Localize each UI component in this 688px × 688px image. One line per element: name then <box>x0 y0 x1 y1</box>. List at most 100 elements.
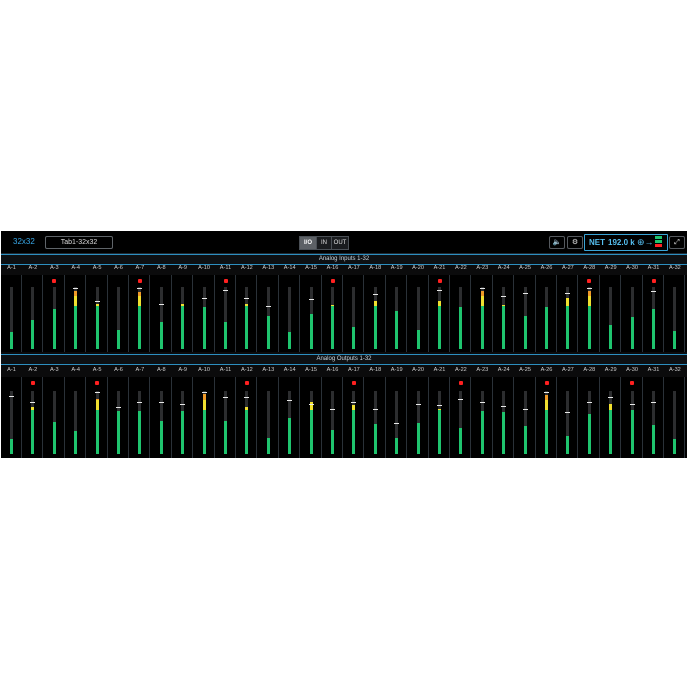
inputs-channel-17[interactable] <box>343 275 365 352</box>
inputs-clip-indicator[interactable] <box>223 279 228 283</box>
inputs-channel-25[interactable] <box>515 275 536 352</box>
inputs-channel-27[interactable] <box>557 275 579 352</box>
inputs-channel-6[interactable] <box>108 275 129 352</box>
tab-selector[interactable]: Tab1-32x32 <box>45 236 113 249</box>
expand-button[interactable]: ⤢ <box>669 236 685 249</box>
outputs-clip-indicator[interactable] <box>95 381 100 385</box>
inputs-channel-2[interactable] <box>22 275 44 352</box>
inputs-channel-31[interactable] <box>643 275 664 352</box>
network-status[interactable]: NET 192.0 k ⊕→ <box>584 234 668 251</box>
output-label-8: A-8 <box>156 367 166 373</box>
inputs-channel-4[interactable] <box>65 275 87 352</box>
outputs-channel-21[interactable] <box>429 377 450 458</box>
outputs-channel-12[interactable] <box>236 377 258 458</box>
outputs-channel-8[interactable] <box>151 377 172 458</box>
inputs-channel-13[interactable] <box>258 275 279 352</box>
outputs-channel-30[interactable] <box>622 377 643 458</box>
outputs-channel-5[interactable] <box>87 377 108 458</box>
inputs-peak-hold <box>265 305 271 307</box>
input-label-32: A-32 <box>668 265 681 271</box>
outputs-channel-11[interactable] <box>215 377 236 458</box>
outputs-channel-16[interactable] <box>322 377 343 458</box>
outputs-peak-hold <box>308 404 314 406</box>
outputs-channel-26[interactable] <box>536 377 557 458</box>
inputs-channel-14[interactable] <box>279 275 301 352</box>
outputs-clip-indicator[interactable] <box>630 381 635 385</box>
inputs-channel-18[interactable] <box>365 275 386 352</box>
inputs-peak-hold <box>501 296 507 298</box>
outputs-channel-22[interactable] <box>450 377 472 458</box>
outputs-channel-6[interactable] <box>108 377 129 458</box>
settings-button[interactable]: ⚙ <box>567 236 583 249</box>
outputs-channel-13[interactable] <box>258 377 279 458</box>
output-label-12: A-12 <box>240 367 253 373</box>
inputs-channel-29[interactable] <box>600 275 622 352</box>
out-view-button[interactable]: OUT <box>331 236 349 250</box>
outputs-channel-23[interactable] <box>472 377 493 458</box>
outputs-channel-3[interactable] <box>44 377 65 458</box>
in-view-button[interactable]: IN <box>316 236 332 250</box>
outputs-channel-19[interactable] <box>386 377 408 458</box>
inputs-channel-19[interactable] <box>386 275 408 352</box>
inputs-channel-24[interactable] <box>493 275 515 352</box>
inputs-channel-28[interactable] <box>579 275 600 352</box>
inputs-channel-16[interactable] <box>322 275 343 352</box>
speaker-icon: 🔈 <box>552 239 562 246</box>
outputs-channel-4[interactable] <box>65 377 87 458</box>
inputs-clip-indicator[interactable] <box>437 279 442 283</box>
io-view-button[interactable]: I/O <box>299 236 317 250</box>
inputs-channel-1[interactable] <box>1 275 22 352</box>
outputs-channel-20[interactable] <box>408 377 429 458</box>
inputs-channel-22[interactable] <box>450 275 472 352</box>
outputs-clip-indicator[interactable] <box>544 381 549 385</box>
outputs-peak-hold <box>351 402 357 404</box>
outputs-clip-indicator[interactable] <box>244 381 249 385</box>
inputs-clip-indicator[interactable] <box>651 279 656 283</box>
speaker-button[interactable]: 🔈 <box>549 236 565 249</box>
inputs-channel-7[interactable] <box>129 275 151 352</box>
inputs-channel-11[interactable] <box>215 275 236 352</box>
inputs-channel-30[interactable] <box>622 275 643 352</box>
outputs-channel-14[interactable] <box>279 377 301 458</box>
outputs-channel-25[interactable] <box>515 377 536 458</box>
outputs-channel-15[interactable] <box>301 377 322 458</box>
output-label-9: A-9 <box>178 367 188 373</box>
inputs-channel-26[interactable] <box>536 275 557 352</box>
inputs-clip-indicator[interactable] <box>330 279 335 283</box>
outputs-channel-18[interactable] <box>365 377 386 458</box>
outputs-clip-indicator[interactable] <box>458 381 463 385</box>
inputs-channel-12[interactable] <box>236 275 258 352</box>
outputs-channel-31[interactable] <box>643 377 664 458</box>
outputs-channel-29[interactable] <box>600 377 622 458</box>
inputs-channel-23[interactable] <box>472 275 493 352</box>
inputs-clip-indicator[interactable] <box>137 279 142 283</box>
input-label-1: A-1 <box>7 265 16 271</box>
inputs-clip-indicator[interactable] <box>587 279 592 283</box>
inputs-channel-5[interactable] <box>87 275 108 352</box>
inputs-channel-8[interactable] <box>151 275 172 352</box>
outputs-channel-27[interactable] <box>557 377 579 458</box>
outputs-channel-10[interactable] <box>194 377 215 458</box>
outputs-channel-9[interactable] <box>172 377 194 458</box>
inputs-meter-level-warn <box>245 304 249 306</box>
outputs-clip-indicator[interactable] <box>30 381 35 385</box>
inputs-channel-9[interactable] <box>172 275 194 352</box>
inputs-channel-15[interactable] <box>301 275 322 352</box>
outputs-meter-level <box>673 438 677 454</box>
inputs-channel-21[interactable] <box>429 275 450 352</box>
outputs-channel-24[interactable] <box>493 377 515 458</box>
outputs-meter-level <box>95 409 99 454</box>
outputs-channel-32[interactable] <box>664 377 686 458</box>
outputs-channel-28[interactable] <box>579 377 600 458</box>
outputs-channel-1[interactable] <box>1 377 22 458</box>
outputs-clip-indicator[interactable] <box>351 381 356 385</box>
output-label-11: A-11 <box>219 367 232 373</box>
outputs-channel-2[interactable] <box>22 377 44 458</box>
outputs-channel-7[interactable] <box>129 377 151 458</box>
inputs-channel-10[interactable] <box>194 275 215 352</box>
inputs-channel-3[interactable] <box>44 275 65 352</box>
outputs-channel-17[interactable] <box>343 377 365 458</box>
inputs-channel-20[interactable] <box>408 275 429 352</box>
inputs-clip-indicator[interactable] <box>52 279 57 283</box>
inputs-channel-32[interactable] <box>664 275 686 352</box>
